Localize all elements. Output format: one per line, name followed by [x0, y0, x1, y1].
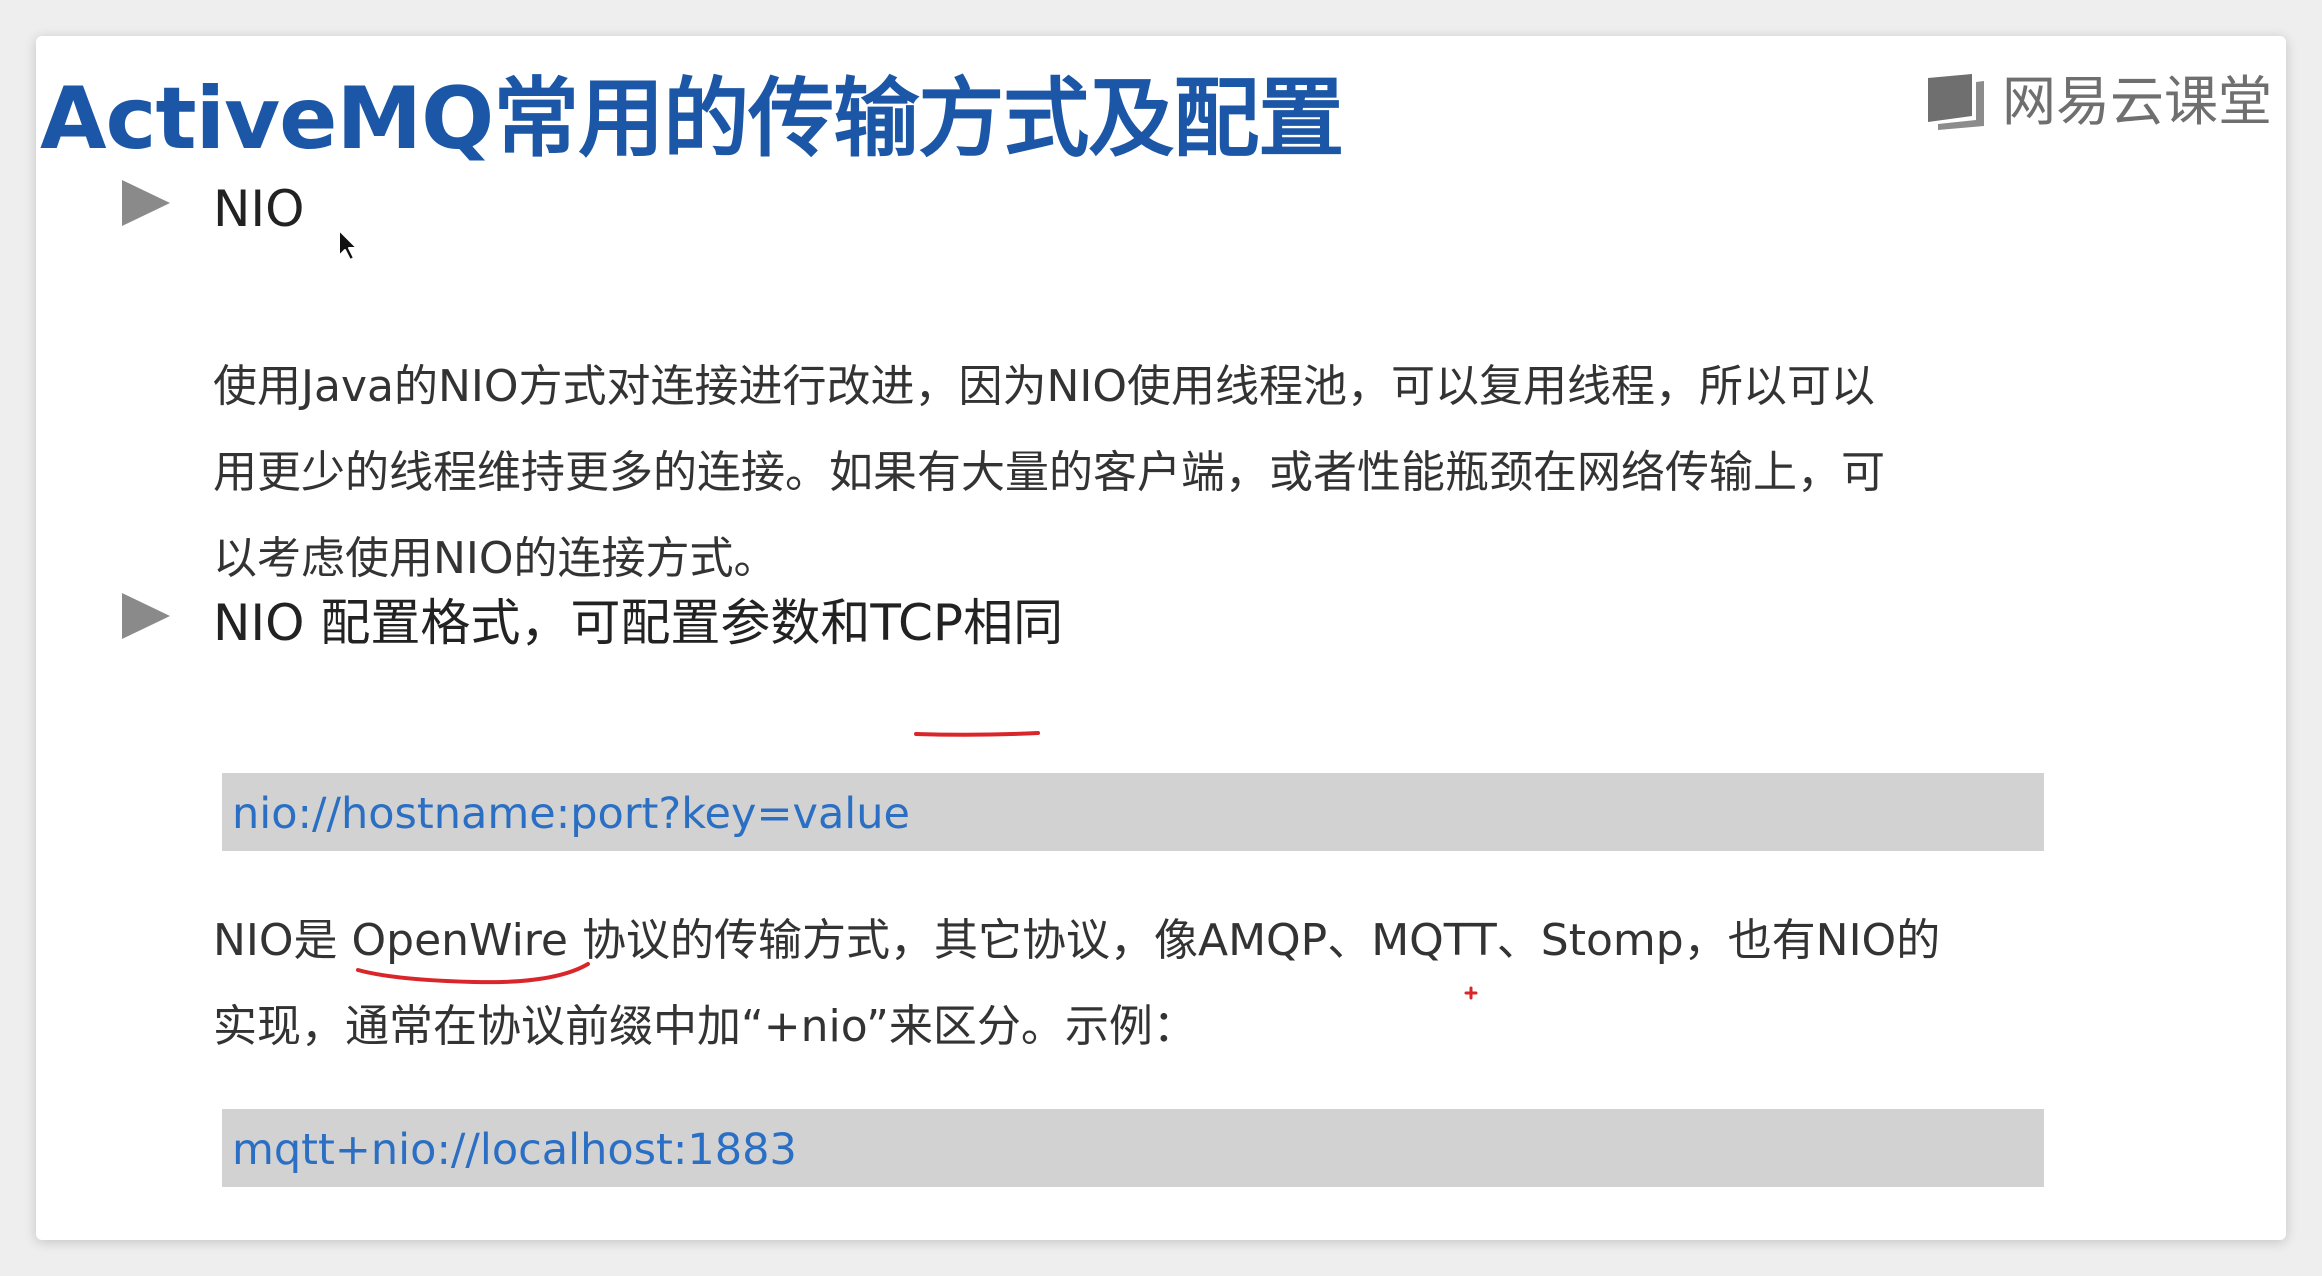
text-line: NIO是 OpenWire 协议的传输方式，其它协议，像AMQP、MQTT、St… [213, 915, 1941, 966]
text-line: 使用Java的NIO方式对连接进行改进，因为NIO使用线程池，可以复用线程，所以… [213, 361, 1875, 412]
code-block: nio://hostname:port?key=value [222, 773, 2044, 851]
text-line: 实现，通常在协议前缀中加“+nio”来区分。示例： [213, 1001, 1197, 1052]
brand-logo: 网易云课堂 [1924, 72, 2272, 132]
code-text: mqtt+nio://localhost:1883 [232, 1125, 797, 1175]
triangle-bullet-icon [122, 593, 170, 639]
text-line: 以考虑使用NIO的连接方式。 [213, 533, 778, 584]
slide-title: ActiveMQ常用的传输方式及配置 [40, 69, 1344, 169]
section-heading-config: NIO 配置格式，可配置参数和TCP相同 [213, 594, 1064, 652]
triangle-bullet-icon [122, 180, 170, 226]
nio-description: 使用Java的NIO方式对连接进行改进，因为NIO使用线程池，可以复用线程，所以… [213, 344, 1885, 602]
brand-name: 网易云课堂 [2002, 70, 2272, 133]
book-icon [1928, 74, 1984, 130]
section-heading-nio: NIO [213, 180, 305, 238]
text-line: 用更少的线程维持更多的连接。如果有大量的客户端，或者性能瓶颈在网络传输上，可 [213, 447, 1885, 498]
code-block: mqtt+nio://localhost:1883 [222, 1109, 2044, 1187]
red-underline-annotation [914, 731, 1040, 737]
nio-protocol-description: NIO是 OpenWire 协议的传输方式，其它协议，像AMQP、MQTT、St… [213, 898, 1940, 1070]
slide: ActiveMQ常用的传输方式及配置 网易云课堂 NIO 使用Java的NIO方… [36, 36, 2286, 1240]
code-text: nio://hostname:port?key=value [232, 789, 910, 839]
mouse-cursor-icon [338, 229, 358, 261]
